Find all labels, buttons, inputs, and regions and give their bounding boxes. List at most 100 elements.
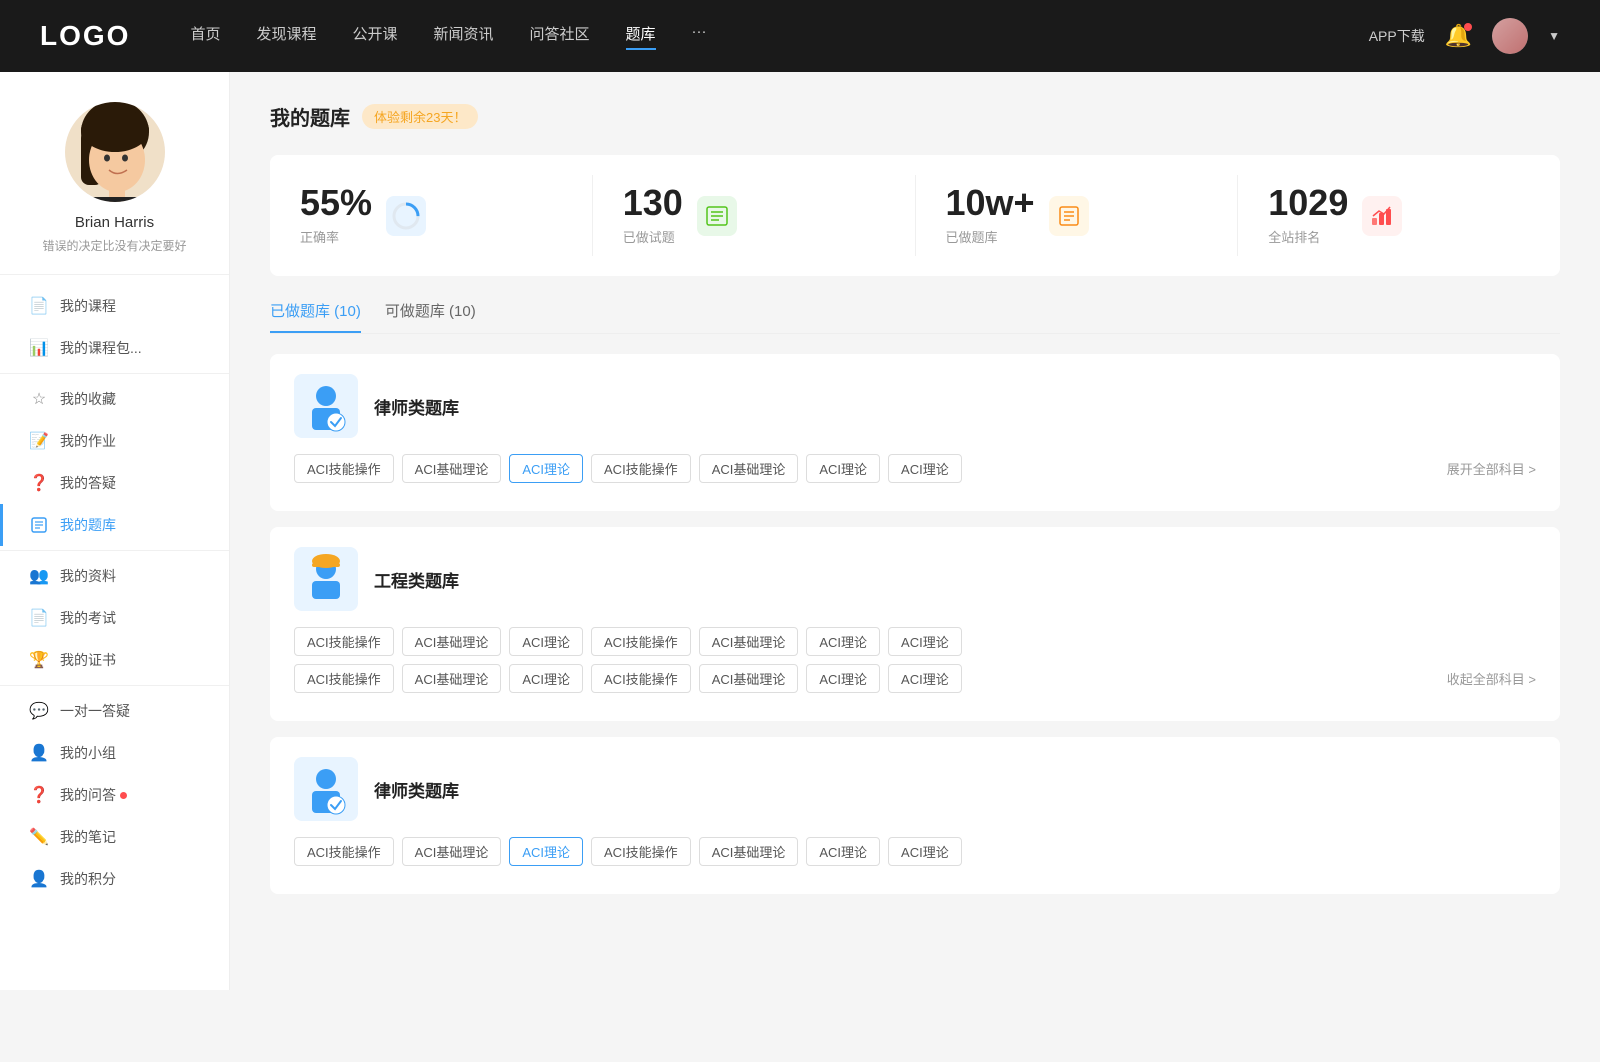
bank-card-lawyer-2: 律师类题库 ACI技能操作 ACI基础理论 ACI理论 ACI技能操作 ACI基… [270, 737, 1560, 894]
sidebar: Brian Harris 错误的决定比没有决定要好 📄 我的课程 📊 我的课程包… [0, 72, 230, 990]
stat-rank-value: 1029 [1268, 185, 1348, 221]
page-container: Brian Harris 错误的决定比没有决定要好 📄 我的课程 📊 我的课程包… [0, 72, 1600, 990]
bank-tag-1-3[interactable]: ACI理论 [509, 454, 583, 483]
main-content: 我的题库 体验剩余23天！ 55% 正确率 1 [230, 72, 1600, 990]
sidebar-item-homework[interactable]: 📝 我的作业 [0, 420, 229, 462]
sidebar-item-profile[interactable]: 👥 我的资料 [0, 555, 229, 597]
bank-tag-3-3[interactable]: ACI理论 [509, 837, 583, 866]
bank-tag-1-4[interactable]: ACI技能操作 [591, 454, 691, 483]
bank-tag-2-3[interactable]: ACI理论 [509, 627, 583, 656]
bank-tag-2-7[interactable]: ACI理论 [888, 627, 962, 656]
tab-available-banks[interactable]: 可做题库 (10) [385, 300, 476, 333]
bank-card-lawyer-1: 律师类题库 ACI技能操作 ACI基础理论 ACI理论 ACI技能操作 ACI基… [270, 354, 1560, 511]
sidebar-item-points[interactable]: 👤 我的积分 [0, 858, 229, 900]
stat-done-questions-value: 130 [623, 185, 683, 221]
bank-title-lawyer-2: 律师类题库 [374, 777, 459, 802]
points-icon: 👤 [30, 870, 48, 888]
bank-tag-1-2[interactable]: ACI基础理论 [402, 454, 502, 483]
exams-icon: 📄 [30, 609, 48, 627]
sidebar-item-groups[interactable]: 👤 我的小组 [0, 732, 229, 774]
bank-tag-3-6[interactable]: ACI理论 [806, 837, 880, 866]
course-packages-icon: 📊 [30, 339, 48, 357]
bank-tag-1-7[interactable]: ACI理论 [888, 454, 962, 483]
stat-accuracy-label: 正确率 [300, 227, 372, 246]
bank-expand-1[interactable]: 展开全部科目 > [1447, 459, 1536, 478]
stat-accuracy-value: 55% [300, 185, 372, 221]
nav-more[interactable]: ··· [692, 23, 707, 50]
bank-tag-2-9[interactable]: ACI基础理论 [402, 664, 502, 693]
page-title: 我的题库 [270, 102, 350, 131]
bank-tag-1-5[interactable]: ACI基础理论 [699, 454, 799, 483]
bank-tag-2-10[interactable]: ACI理论 [509, 664, 583, 693]
1on1-qa-icon: 💬 [30, 702, 48, 720]
bank-tag-3-7[interactable]: ACI理论 [888, 837, 962, 866]
sidebar-item-favorites[interactable]: ☆ 我的收藏 [0, 378, 229, 420]
bank-tags-row-1: ACI技能操作 ACI基础理论 ACI理论 ACI技能操作 ACI基础理论 AC… [294, 454, 1536, 483]
bank-tag-1-6[interactable]: ACI理论 [806, 454, 880, 483]
sidebar-item-notes[interactable]: ✏️ 我的笔记 [0, 816, 229, 858]
bank-tag-2-8[interactable]: ACI技能操作 [294, 664, 394, 693]
qa-icon: ❓ [30, 474, 48, 492]
stat-done-banks-value: 10w+ [946, 185, 1035, 221]
user-menu-chevron[interactable]: ▼ [1548, 29, 1560, 43]
sidebar-item-qa[interactable]: ❓ 我的答疑 [0, 462, 229, 504]
bank-tag-3-1[interactable]: ACI技能操作 [294, 837, 394, 866]
bank-tag-3-2[interactable]: ACI基础理论 [402, 837, 502, 866]
bank-tag-2-11[interactable]: ACI技能操作 [591, 664, 691, 693]
bank-tag-2-14[interactable]: ACI理论 [888, 664, 962, 693]
stat-accuracy: 55% 正确率 [270, 175, 593, 256]
notes-icon: ✏️ [30, 828, 48, 846]
tab-done-banks[interactable]: 已做题库 (10) [270, 300, 361, 333]
nav-questionbank[interactable]: 题库 [626, 23, 656, 50]
nav-discover[interactable]: 发现课程 [256, 23, 316, 50]
bank-tag-2-5[interactable]: ACI基础理论 [699, 627, 799, 656]
bank-card-header-engineer: 工程类题库 [294, 547, 1536, 611]
groups-icon: 👤 [30, 744, 48, 762]
profile-icon: 👥 [30, 567, 48, 585]
bank-tag-2-12[interactable]: ACI基础理论 [699, 664, 799, 693]
bank-tags-row-2a: ACI技能操作 ACI基础理论 ACI理论 ACI技能操作 ACI基础理论 AC… [294, 627, 1536, 656]
sidebar-item-my-qa[interactable]: ❓ 我的问答 [0, 774, 229, 816]
sidebar-item-courses[interactable]: 📄 我的课程 [0, 285, 229, 327]
stat-rank-label: 全站排名 [1268, 227, 1348, 246]
stat-accuracy-icon [386, 196, 426, 236]
bank-icon-engineer [294, 547, 358, 611]
sidebar-username: Brian Harris [75, 214, 154, 231]
sidebar-motto: 错误的决定比没有决定要好 [42, 237, 186, 254]
navbar: LOGO 首页 发现课程 公开课 新闻资讯 问答社区 题库 ··· APP下载 … [0, 0, 1600, 72]
stat-done-questions-label: 已做试题 [623, 227, 683, 246]
sidebar-item-exams[interactable]: 📄 我的考试 [0, 597, 229, 639]
bank-tag-1-1[interactable]: ACI技能操作 [294, 454, 394, 483]
sidebar-item-certificates[interactable]: 🏆 我的证书 [0, 639, 229, 681]
profile-avatar [65, 102, 165, 202]
stat-done-banks: 10w+ 已做题库 [916, 175, 1239, 256]
notification-bell[interactable]: 🔔 [1445, 23, 1472, 49]
divider-3 [0, 685, 229, 686]
bank-tag-3-4[interactable]: ACI技能操作 [591, 837, 691, 866]
app-download-link[interactable]: APP下载 [1369, 26, 1425, 46]
nav-news[interactable]: 新闻资讯 [434, 23, 494, 50]
bank-tag-3-5[interactable]: ACI基础理论 [699, 837, 799, 866]
nav-qa[interactable]: 问答社区 [530, 23, 590, 50]
nav-opencourse[interactable]: 公开课 [352, 23, 397, 50]
nav-menu: 首页 发现课程 公开课 新闻资讯 问答社区 题库 ··· [190, 23, 1368, 50]
bank-title-engineer: 工程类题库 [374, 567, 459, 592]
stat-done-banks-label: 已做题库 [946, 227, 1035, 246]
sidebar-item-course-packages[interactable]: 📊 我的课程包... [0, 327, 229, 369]
bank-tags-row-3: ACI技能操作 ACI基础理论 ACI理论 ACI技能操作 ACI基础理论 AC… [294, 837, 1536, 866]
bank-tag-2-6[interactable]: ACI理论 [806, 627, 880, 656]
bank-tag-2-1[interactable]: ACI技能操作 [294, 627, 394, 656]
bank-collapse-2[interactable]: 收起全部科目 > [1447, 669, 1536, 688]
sidebar-profile: Brian Harris 错误的决定比没有决定要好 [0, 102, 229, 275]
bank-tags-row-2b: ACI技能操作 ACI基础理论 ACI理论 ACI技能操作 ACI基础理论 AC… [294, 664, 1536, 693]
sidebar-item-questionbank[interactable]: 我的题库 [0, 504, 229, 546]
sidebar-item-1on1-qa[interactable]: 💬 一对一答疑 [0, 690, 229, 732]
bank-tag-2-13[interactable]: ACI理论 [806, 664, 880, 693]
page-header: 我的题库 体验剩余23天！ [270, 102, 1560, 131]
divider-1 [0, 373, 229, 374]
bank-tag-2-2[interactable]: ACI基础理论 [402, 627, 502, 656]
nav-home[interactable]: 首页 [190, 23, 220, 50]
user-avatar[interactable] [1492, 18, 1528, 54]
bank-tag-2-4[interactable]: ACI技能操作 [591, 627, 691, 656]
stat-done-questions: 130 已做试题 [593, 175, 916, 256]
